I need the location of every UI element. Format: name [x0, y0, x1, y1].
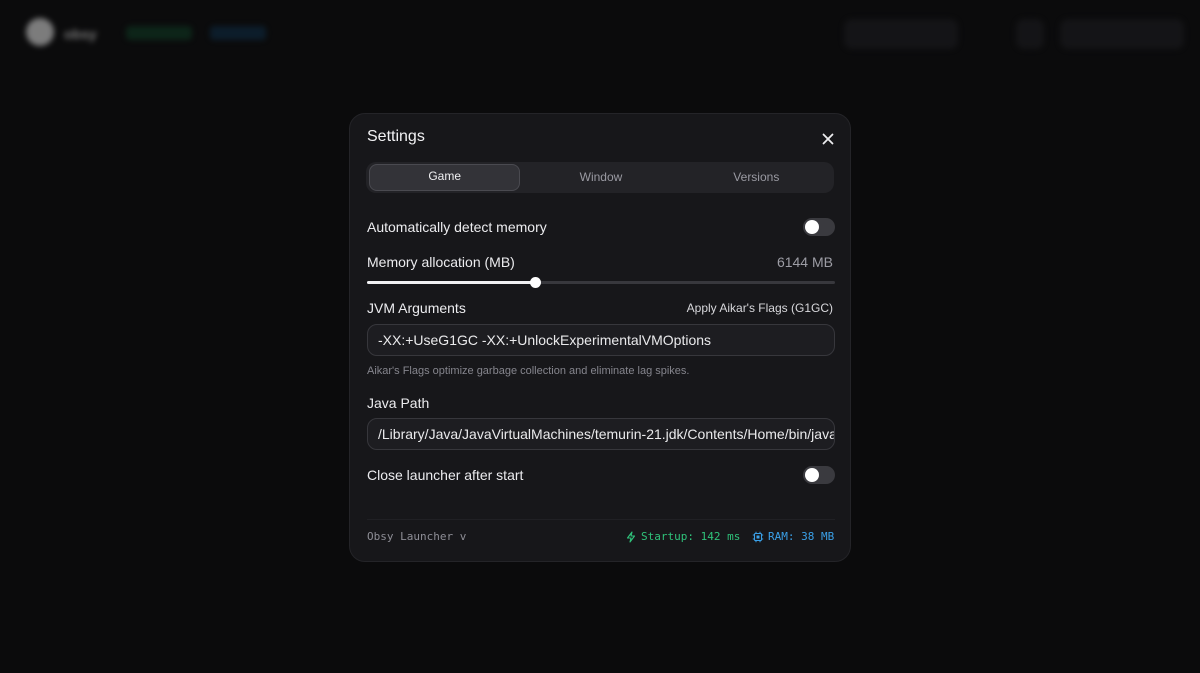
- brand-name: obsy: [64, 26, 97, 42]
- tab-game[interactable]: Game: [369, 164, 521, 191]
- tab-versions[interactable]: Versions: [682, 165, 831, 190]
- close-icon: [822, 133, 834, 145]
- settings-tabs: Game Window Versions: [366, 162, 834, 193]
- auto-memory-toggle[interactable]: [803, 218, 835, 236]
- jvm-arguments-label: JVM Arguments: [367, 300, 466, 316]
- close-button[interactable]: [816, 127, 840, 151]
- jvm-arguments-hint: Aikar's Flags optimize garbage collectio…: [367, 365, 690, 377]
- status-badge-blue: [210, 26, 266, 40]
- apply-aikars-flags-button[interactable]: Apply Aikar's Flags (G1GC): [687, 301, 833, 315]
- memory-allocation-label: Memory allocation (MB): [367, 254, 515, 270]
- dialog-title: Settings: [367, 128, 425, 145]
- lightning-icon: [626, 530, 636, 543]
- java-path-input[interactable]: /Library/Java/JavaVirtualMachines/temuri…: [367, 418, 835, 450]
- close-after-start-label: Close launcher after start: [367, 467, 524, 483]
- header-button-language: [1060, 19, 1184, 49]
- close-after-start-toggle[interactable]: [803, 466, 835, 484]
- java-path-label: Java Path: [367, 395, 430, 411]
- startup-stat: Startup: 142 ms: [625, 530, 740, 543]
- logo-icon: [26, 18, 54, 46]
- memory-slider-thumb[interactable]: [530, 277, 542, 288]
- header-button-settings: [1016, 19, 1044, 49]
- launcher-version: Obsy Launcher v: [367, 530, 467, 543]
- toggle-knob: [805, 468, 819, 482]
- background-header: obsy: [0, 0, 1200, 70]
- footer-divider: [367, 519, 835, 520]
- ram-stat: RAM: 38 MB: [752, 530, 834, 543]
- jvm-arguments-input[interactable]: -XX:+UseG1GC -XX:+UnlockExperimentalVMOp…: [367, 324, 835, 356]
- tab-window[interactable]: Window: [526, 165, 675, 190]
- startup-stat-text: Startup: 142 ms: [641, 530, 741, 543]
- status-badge-green: [126, 26, 192, 40]
- auto-memory-label: Automatically detect memory: [367, 219, 547, 235]
- ram-stat-text: RAM: 38 MB: [768, 530, 835, 543]
- chip-icon: [752, 531, 764, 542]
- settings-dialog: Settings Game Window Versions Automatica…: [349, 113, 851, 562]
- header-button-small: [976, 19, 998, 49]
- memory-allocation-value: 6144 MB: [776, 254, 833, 270]
- toggle-knob: [805, 220, 819, 234]
- memory-slider[interactable]: [367, 277, 835, 288]
- memory-slider-fill: [367, 281, 536, 284]
- header-button-account: [844, 19, 958, 49]
